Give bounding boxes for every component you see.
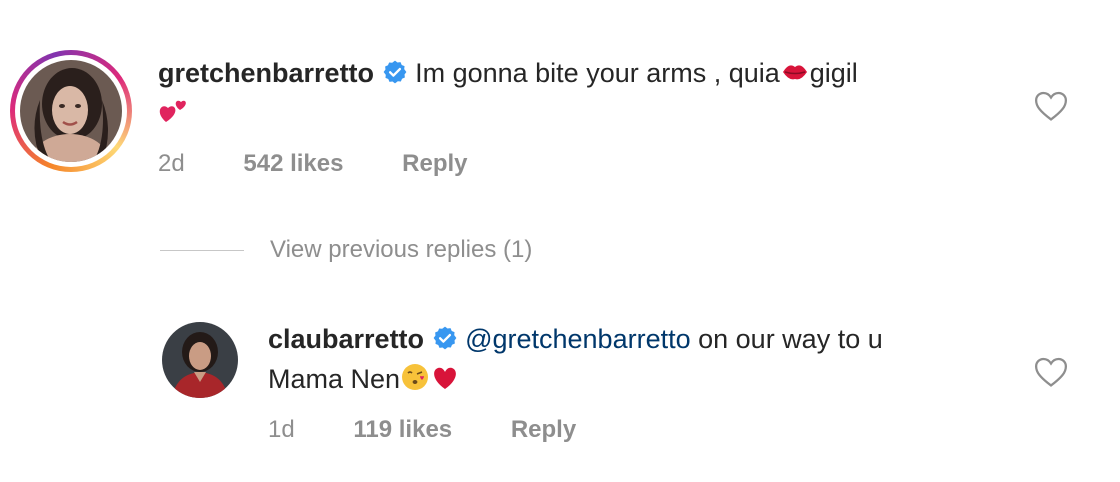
kiss-lips-emoji [780,56,810,93]
reply-button[interactable]: Reply [511,416,576,443]
reply-meta: 1d 119 likes Reply [268,416,628,444]
verified-badge-icon [432,325,458,358]
avatar[interactable] [20,60,122,162]
username[interactable]: gretchenbarretto [158,58,374,88]
reply-text-line2: Mama Nen [268,364,401,394]
comment-time[interactable]: 1d [268,416,295,443]
avatar-image [162,322,238,398]
view-previous-replies-label[interactable]: View previous replies (1) [270,236,532,264]
heart-outline-icon[interactable] [1034,90,1068,127]
reply-body-line2: Mama Nen [268,362,460,399]
kissing-face-emoji [400,362,430,399]
comment-body-line1: gretchenbarretto Im gonna bite your arms… [158,56,858,93]
reply-button[interactable]: Reply [402,150,467,177]
comment-meta: 2d 542 likes Reply [158,150,520,178]
mention-link[interactable]: @gretchenbarretto [465,324,691,354]
reply-text: on our way to u [690,324,883,354]
comment-text-end: gigil [809,58,858,88]
two-hearts-emoji [158,96,190,135]
likes-count[interactable]: 119 likes [353,416,452,443]
comment-text: Im gonna bite your arms , quia [415,58,780,88]
comment-time[interactable]: 2d [158,150,185,177]
verified-badge-icon [382,59,408,92]
view-previous-replies[interactable]: View previous replies (1) [160,236,532,264]
replies-divider-line [160,249,244,251]
reply-body-line1: claubarretto @gretchenbarretto on our wa… [268,324,883,358]
heart-outline-icon[interactable] [1034,356,1068,393]
likes-count[interactable]: 542 likes [243,150,343,177]
comment-body-line2 [158,96,190,135]
username[interactable]: claubarretto [268,324,424,354]
red-heart-emoji [430,362,460,399]
avatar[interactable] [162,322,238,398]
avatar-image [20,60,122,162]
